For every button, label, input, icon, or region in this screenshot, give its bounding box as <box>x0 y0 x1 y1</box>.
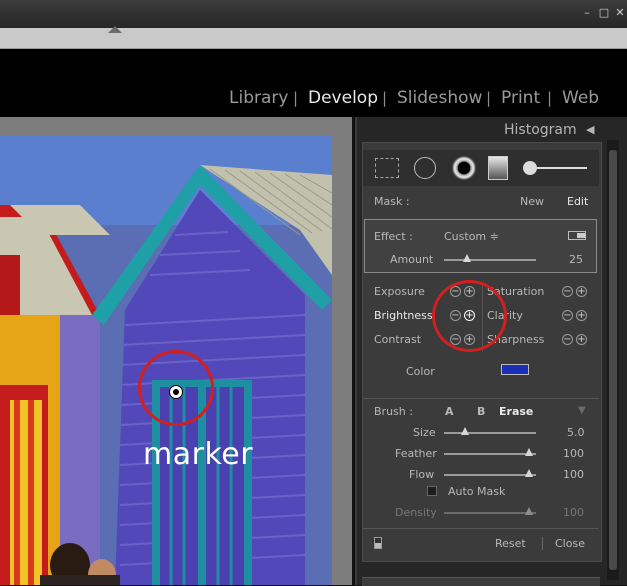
brush-erase-tab[interactable]: Erase <box>499 405 533 418</box>
saturation-plus-button[interactable]: + <box>576 286 587 297</box>
contrast-label: Contrast <box>374 333 422 346</box>
panel-scrollbar-thumb[interactable] <box>609 150 617 570</box>
graduated-filter-tool-icon[interactable] <box>488 156 508 180</box>
size-slider[interactable] <box>444 432 536 434</box>
color-label: Color <box>406 365 435 378</box>
amount-label: Amount <box>390 253 434 266</box>
feather-slider-thumb[interactable] <box>525 448 533 456</box>
mask-edit-button[interactable]: Edit <box>567 195 588 208</box>
effect-label: Effect : <box>374 230 413 243</box>
saturation-minus-button[interactable]: − <box>562 286 573 297</box>
flow-slider[interactable] <box>444 474 536 476</box>
amount-slider-thumb[interactable] <box>463 254 471 262</box>
auto-mask-checkbox[interactable] <box>427 486 437 496</box>
sharpness-plus-button[interactable]: + <box>576 334 587 345</box>
size-label: Size <box>413 426 436 439</box>
size-value: 5.0 <box>567 426 585 439</box>
module-separator: | <box>382 89 388 107</box>
reset-button[interactable]: Reset <box>495 537 526 550</box>
module-separator: | <box>293 89 299 107</box>
feather-value: 100 <box>563 447 584 460</box>
minimize-icon[interactable]: – <box>581 7 593 19</box>
clarity-plus-button[interactable]: + <box>576 310 587 321</box>
section-divider <box>363 398 599 399</box>
color-swatch[interactable] <box>501 364 529 375</box>
effect-toggle-icon[interactable] <box>568 231 586 240</box>
feather-slider[interactable] <box>444 453 536 455</box>
clarity-minus-button[interactable]: − <box>562 310 573 321</box>
module-slideshow[interactable]: Slideshow <box>397 88 482 108</box>
panel-toggle-strip[interactable] <box>0 26 627 49</box>
maximize-icon[interactable]: □ <box>598 7 610 19</box>
flow-label: Flow <box>409 468 435 481</box>
flow-slider-thumb[interactable] <box>525 469 533 477</box>
size-slider-thumb[interactable] <box>461 427 469 435</box>
sharpness-minus-button[interactable]: − <box>562 334 573 345</box>
annotation-ring-brightness-plus <box>432 280 507 352</box>
brush-b-tab[interactable]: B <box>477 405 485 418</box>
brightness-label: Brightness <box>374 309 433 322</box>
adjustment-pin-icon[interactable] <box>169 385 183 399</box>
mask-new-button[interactable]: New <box>520 195 544 208</box>
auto-mask-label: Auto Mask <box>448 485 506 498</box>
module-print[interactable]: Print <box>501 88 540 108</box>
button-separator <box>542 537 543 550</box>
brush-label: Brush : <box>374 405 413 418</box>
red-eye-tool-icon[interactable] <box>452 156 476 180</box>
spot-removal-tool-icon[interactable] <box>414 157 436 179</box>
mask-label: Mask : <box>374 195 410 208</box>
window-titlebar <box>0 0 627 28</box>
amount-value: 25 <box>569 253 583 266</box>
flow-value: 100 <box>563 468 584 481</box>
feather-label: Feather <box>395 447 437 460</box>
exposure-label: Exposure <box>374 285 425 298</box>
section-divider <box>363 528 599 529</box>
density-slider-thumb[interactable] <box>525 507 533 515</box>
adjustment-brush-tool-icon[interactable] <box>523 161 537 175</box>
module-separator: | <box>547 89 553 107</box>
amount-slider[interactable] <box>444 259 536 261</box>
histogram-title[interactable]: Histogram <box>504 122 577 138</box>
effect-preset-select[interactable]: Custom ≑ <box>444 230 499 243</box>
collapse-left-icon[interactable]: ◀ <box>586 123 594 136</box>
density-label: Density <box>395 506 437 519</box>
module-web[interactable]: Web <box>562 88 599 108</box>
brush-handle-icon <box>537 167 587 169</box>
close-icon[interactable]: ✕ <box>614 7 626 19</box>
density-value: 100 <box>563 506 584 519</box>
brush-a-tab[interactable]: A <box>445 405 454 418</box>
close-panel-button[interactable]: Close <box>555 537 585 550</box>
module-library[interactable]: Library <box>229 88 288 108</box>
brush-collapse-icon[interactable]: ▼ <box>578 405 586 416</box>
crop-tool-icon[interactable] <box>375 158 399 178</box>
show-mask-toggle-icon[interactable] <box>374 537 382 549</box>
annotation-marker-label: marker <box>143 437 254 472</box>
module-separator: | <box>486 89 492 107</box>
collapse-up-icon[interactable] <box>108 26 122 33</box>
module-develop[interactable]: Develop <box>308 88 378 108</box>
density-slider[interactable] <box>444 512 536 514</box>
